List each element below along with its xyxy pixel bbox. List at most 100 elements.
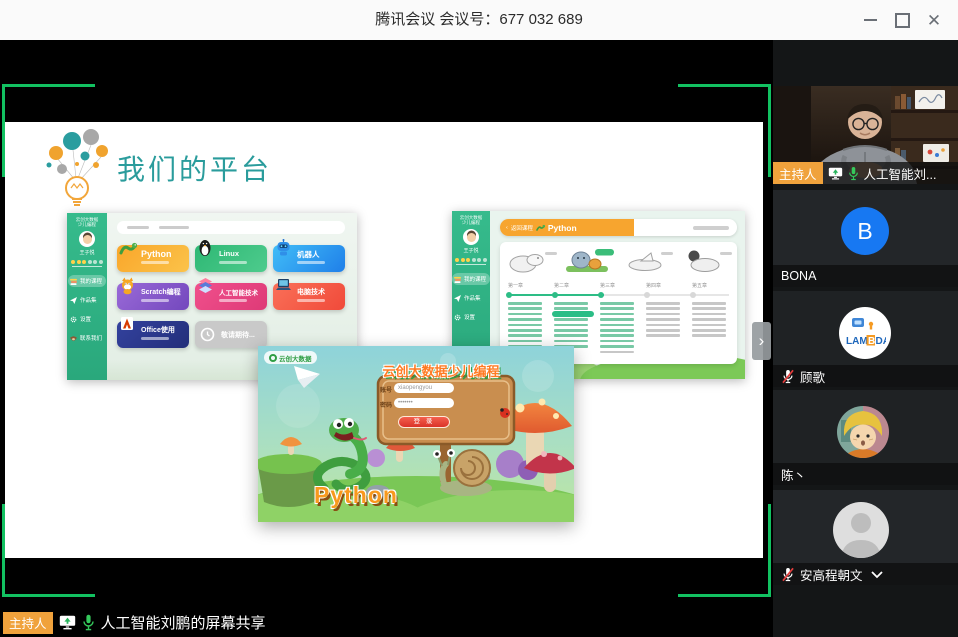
- back-chevron-icon: ‹: [506, 225, 508, 231]
- balloon-bulb-logo: [41, 128, 115, 208]
- ycloud-ring-icon: [269, 354, 277, 362]
- password-field: •••••••: [394, 398, 454, 408]
- anime-avatar: [837, 406, 889, 458]
- chevron-right-icon: ›: [759, 331, 765, 351]
- password-label: 密码: [380, 400, 392, 409]
- ai-layers-icon: [197, 277, 214, 294]
- scratch-cat-icon: [119, 277, 136, 295]
- participant-tile-angaochengchaowen[interactable]: 安高程朝文: [773, 490, 958, 585]
- kids-home-sidebar: 云创大数据少儿编程 王子悦 我的课程: [67, 213, 107, 380]
- maximize-button[interactable]: [886, 0, 918, 40]
- participant-label: 安高程朝文: [773, 563, 958, 585]
- host-badge: 主持人: [3, 612, 53, 634]
- svg-text:LAM: LAM: [846, 336, 868, 347]
- expand-participant-chevron[interactable]: [870, 570, 884, 579]
- chapter-dot: [506, 292, 512, 298]
- books-icon: [454, 276, 461, 283]
- screen-share-icon: [828, 167, 843, 180]
- course-card-python: Python: [117, 245, 189, 272]
- course-search-bar: [117, 221, 345, 234]
- course-card-scratch: Scratch编程: [117, 283, 189, 310]
- stage-4-sketch: [679, 247, 733, 275]
- account-field: xiaopengyou: [394, 383, 454, 393]
- kids-home-menu: 我的课程 作品集 设置 联系我们: [68, 275, 106, 344]
- course-card-ai: 人工智能技术: [195, 283, 267, 310]
- kids-avatar: [463, 229, 479, 245]
- participant-tile-bona[interactable]: B BONA: [773, 190, 958, 287]
- chapter-dot: [644, 292, 650, 298]
- snake-icon: [536, 223, 545, 232]
- menu-item-settings: 设置: [68, 313, 106, 325]
- minimize-icon: [864, 19, 877, 21]
- snake-icon: [119, 239, 137, 257]
- menu-item-my-courses: 我的课程: [452, 273, 490, 285]
- office-icon: [119, 315, 135, 332]
- maximize-icon: [895, 13, 910, 28]
- microphone-on-icon: [848, 166, 859, 181]
- chapter-label: 第一章: [508, 282, 523, 289]
- clock-icon: [200, 327, 215, 342]
- game-brand-title: 云创大数据少儿编程: [356, 361, 526, 380]
- monkey-icon: [70, 335, 77, 342]
- chapter-label: 第三章: [600, 282, 615, 289]
- participant-name: 陈丶: [773, 465, 806, 484]
- participant-label: 顾歌: [773, 365, 958, 387]
- kids-avatar: [79, 231, 95, 247]
- course-card-coming-soon: 敬请期待...: [195, 321, 267, 348]
- chapter-dot: [552, 292, 558, 298]
- stage-2-sketch-active: [563, 247, 617, 275]
- participant-name: 顾歌: [800, 367, 825, 386]
- lambda-logo-avatar: LAM B DA: [839, 307, 891, 359]
- account-label: 账号: [380, 385, 392, 394]
- stage-1-sketch: [505, 247, 559, 275]
- slide-title: 我们的平台: [117, 148, 272, 188]
- host-badge: 主持人: [773, 162, 823, 184]
- stage-3-sketch: [621, 247, 675, 275]
- gear-icon: [70, 316, 77, 323]
- participant-label: 主持人 人工智能刘...: [773, 162, 958, 184]
- progress-text-area: [634, 219, 737, 236]
- participant-label: 陈丶: [773, 463, 958, 485]
- chapter-dot: [690, 292, 696, 298]
- chapter-label: 第二章: [554, 282, 569, 289]
- participant-tile-guge[interactable]: LAM B DA 顾歌: [773, 291, 958, 387]
- participant-tile-chen[interactable]: 陈丶: [773, 390, 958, 485]
- share-info-text: 人工智能刘鹏的屏幕共享: [101, 612, 266, 633]
- avatar-letter: B: [841, 207, 889, 255]
- books-icon: [70, 278, 77, 285]
- default-person-avatar: [833, 502, 889, 558]
- penguin-icon: [197, 239, 213, 257]
- trophy-badges: [71, 260, 103, 264]
- stage-illustrations: [505, 247, 733, 275]
- microphone-on-icon: [82, 614, 95, 631]
- course-card-robot: 机器人: [273, 245, 345, 272]
- menu-item-my-courses: 我的课程: [68, 275, 106, 287]
- menu-item-portfolio: 作品集: [452, 292, 490, 304]
- python-logo-text: Python: [314, 482, 398, 509]
- shared-slide: 我们的平台 云创大数据少儿编程 王子悦 我的课程: [5, 122, 763, 558]
- meeting-title: 腾讯会议 会议号：677 032 689: [0, 0, 958, 40]
- back-label: 返回课程: [511, 224, 533, 232]
- close-button[interactable]: ✕: [918, 0, 950, 40]
- title-bar: 腾讯会议 会议号：677 032 689 ✕: [0, 0, 958, 40]
- microphone-muted-icon: [773, 369, 795, 384]
- screen-share-stage: 我们的平台 云创大数据少儿编程 王子悦 我的课程: [0, 40, 773, 637]
- svg-text:DA: DA: [876, 336, 887, 347]
- kids-user-name: 王子悦: [79, 249, 94, 256]
- participant-name: 安高程朝文: [800, 565, 863, 584]
- screenshot-login-game: 云创大数据 云创大数据少儿编程 账号 xiaopengyou 密码 ••••••…: [258, 346, 574, 522]
- participant-label: BONA: [773, 265, 958, 287]
- course-card-office: Office使用: [117, 321, 189, 348]
- collapse-roster-button[interactable]: ›: [752, 322, 771, 360]
- screen-share-icon: [59, 615, 76, 630]
- login-button: 登 录: [398, 416, 450, 428]
- course-card-computer: 电脑技术: [273, 283, 345, 310]
- participant-tile-host[interactable]: 主持人 人工智能刘...: [773, 86, 958, 184]
- course-title: Python: [548, 223, 577, 233]
- minimize-button[interactable]: [854, 0, 886, 40]
- microphone-muted-icon: [773, 567, 795, 582]
- paper-plane-icon: [70, 297, 77, 304]
- close-icon: ✕: [927, 12, 941, 29]
- menu-item-portfolio: 作品集: [68, 294, 106, 306]
- paper-plane-icon: [454, 295, 461, 302]
